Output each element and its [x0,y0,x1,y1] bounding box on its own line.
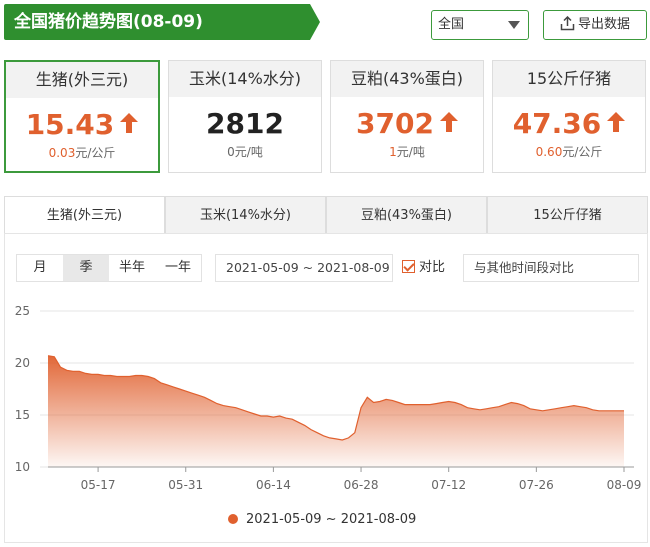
legend-label: 2021-05-09 ~ 2021-08-09 [246,512,417,527]
chart-legend[interactable]: 2021-05-09 ~ 2021-08-09 [228,512,416,527]
y-tick-label: 10 [15,460,30,474]
price-area-chart: 10 15 20 25 05-17 05-31 06-14 06-28 07-12 07-26 0… [15,304,642,492]
y-tick-label: 25 [15,304,30,318]
x-tick-label: 07-12 [431,478,466,492]
y-tick-label: 15 [15,408,30,422]
x-tick-label: 07-26 [519,478,554,492]
y-tick-label: 20 [15,356,30,370]
legend-marker [228,514,238,524]
x-tick-label: 08-09 [607,478,642,492]
x-tick-label: 06-28 [344,478,379,492]
x-tick-label: 05-17 [81,478,116,492]
x-tick-label: 05-31 [168,478,203,492]
x-tick-label: 06-14 [256,478,291,492]
series-area [48,355,624,467]
